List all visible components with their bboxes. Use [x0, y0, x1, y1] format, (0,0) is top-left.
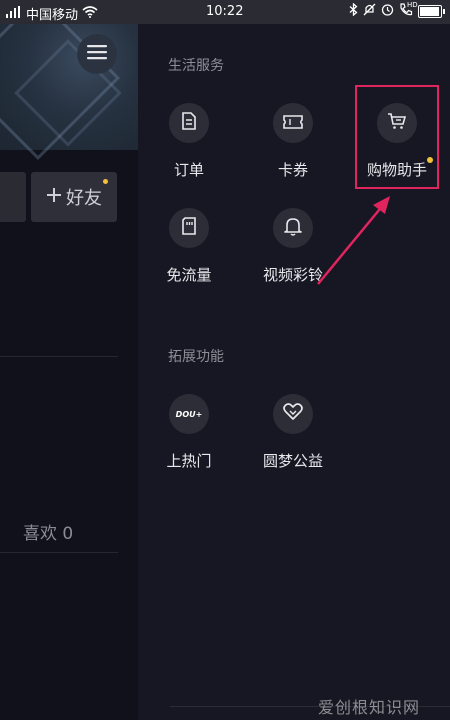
watermark: 爱创根知识网: [318, 698, 421, 717]
hd-label: HD: [407, 1, 418, 9]
annotation-arrow: [317, 196, 390, 285]
alarm-icon: [381, 3, 394, 19]
mute-icon: [363, 3, 376, 19]
bluetooth-icon: [349, 2, 358, 19]
hd-call-icon: HD: [399, 1, 418, 19]
carrier-label: 中国移动: [26, 8, 79, 23]
battery-fill: [420, 6, 439, 16]
status-left: 中国移动: [6, 4, 98, 23]
status-bar: 中国移动 10:22 HD: [0, 0, 450, 24]
status-right: HD: [349, 1, 445, 19]
signal-icon: [6, 6, 22, 21]
wifi-icon: [82, 5, 98, 22]
battery-icon: [418, 4, 445, 18]
status-time: 10:22: [206, 4, 244, 19]
